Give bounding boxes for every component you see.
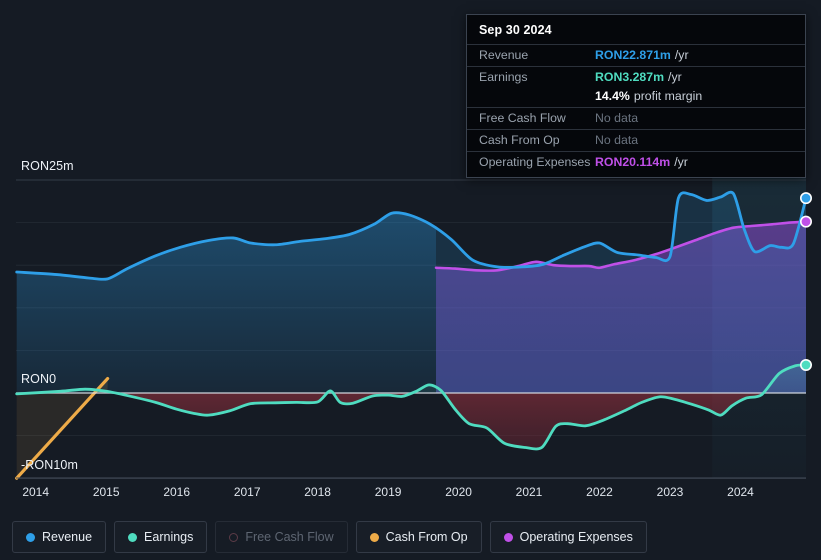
tooltip-row-operating-expenses: Operating Expenses RON20.114m/yr xyxy=(467,151,805,173)
financial-chart-widget: RON25m RON0 -RON10m 2014 2015 2016 2017 2018… xyxy=(0,0,821,560)
legend-item-revenue[interactable]: Revenue xyxy=(12,521,107,553)
x-axis-tick-2016: 2016 xyxy=(163,485,191,499)
tooltip-row-unit: profit margin xyxy=(633,89,703,103)
legend-item-label: Revenue xyxy=(42,530,93,544)
x-axis-tick-2020: 2020 xyxy=(445,485,472,499)
revenue-endpoint xyxy=(799,192,812,205)
tooltip-row-value: 14.4% xyxy=(595,89,630,103)
tooltip-row-free-cash-flow: Free Cash Flow No data xyxy=(467,107,805,129)
legend-item-label: Operating Expenses xyxy=(519,530,633,544)
y-axis-label-zero: RON0 xyxy=(21,372,57,386)
legend-marker-icon xyxy=(229,532,239,542)
x-axis-tick-2021: 2021 xyxy=(515,485,543,499)
tooltip-row-value: RON3.287m xyxy=(595,70,665,84)
tooltip-row-value: No data xyxy=(595,111,639,125)
legend-item-label: Earnings xyxy=(144,530,194,544)
tooltip-row-label: Operating Expenses xyxy=(479,155,591,169)
tooltip-date: Sep 30 2024 xyxy=(479,23,552,37)
legend-marker-icon xyxy=(369,532,379,542)
x-axis-tick-2024: 2024 xyxy=(727,485,754,499)
tooltip-row-label: Earnings xyxy=(479,70,528,84)
tooltip-row-revenue: Revenue RON22.871m/yr xyxy=(467,44,805,66)
legend-marker-icon xyxy=(503,532,513,542)
legend-item-cash-from-op[interactable]: Cash From Op xyxy=(355,521,482,553)
legend-marker-icon xyxy=(128,532,138,542)
x-axis-tick-2019: 2019 xyxy=(374,485,402,499)
x-axis-tick-2018: 2018 xyxy=(304,485,331,499)
tooltip-rows: Revenue RON22.871m/yr Earnings RON3.287m/yr… xyxy=(467,44,805,173)
tooltip-row-label: Revenue xyxy=(479,48,529,62)
x-axis-tick-2022: 2022 xyxy=(586,485,613,499)
tooltip-row-unit: /yr xyxy=(674,48,689,62)
tooltip-row-value: RON22.871m xyxy=(595,48,671,62)
tooltip-row-profit-margin: 14.4% profit margin xyxy=(467,88,805,107)
x-axis-tick-2023: 2023 xyxy=(656,485,684,499)
y-axis-label-top: RON25m xyxy=(21,159,74,173)
tooltip-row-label: Cash From Op xyxy=(479,133,560,147)
chart-legend: Revenue Earnings Free Cash Flow Cash From O… xyxy=(0,514,821,560)
tooltip-row-unit: /yr xyxy=(674,155,688,169)
x-axis-tick-2017: 2017 xyxy=(233,485,261,499)
legend-item-label: Free Cash Flow xyxy=(245,530,334,544)
x-axis-tick-2015: 2015 xyxy=(92,485,120,499)
tooltip-row-unit: /yr xyxy=(668,70,682,84)
x-axis-tick-2014: 2014 xyxy=(22,485,50,499)
legend-item-free-cash-flow[interactable]: Free Cash Flow xyxy=(215,521,348,553)
legend-item-earnings[interactable]: Earnings xyxy=(114,521,208,553)
earnings-endpoint xyxy=(799,358,812,371)
tooltip-row-label: Free Cash Flow xyxy=(479,111,566,125)
tooltip-row-cash-from-op: Cash From Op No data xyxy=(467,129,805,151)
legend-item-label: Cash From Op xyxy=(385,530,468,544)
tooltip-row-value: No data xyxy=(595,133,639,147)
tooltip-row-earnings: Earnings RON3.287m/yr xyxy=(467,66,805,88)
legend-item-operating-expenses[interactable]: Operating Expenses xyxy=(489,521,647,553)
legend-marker-icon xyxy=(26,532,35,542)
data-tooltip: Sep 30 2024 Revenue RON22.871m/yr Earnings… xyxy=(466,14,806,178)
operating-expenses-endpoint xyxy=(799,215,812,228)
y-axis-label-bottom: -RON10m xyxy=(21,458,78,472)
tooltip-row-value: RON20.114m xyxy=(595,155,671,169)
